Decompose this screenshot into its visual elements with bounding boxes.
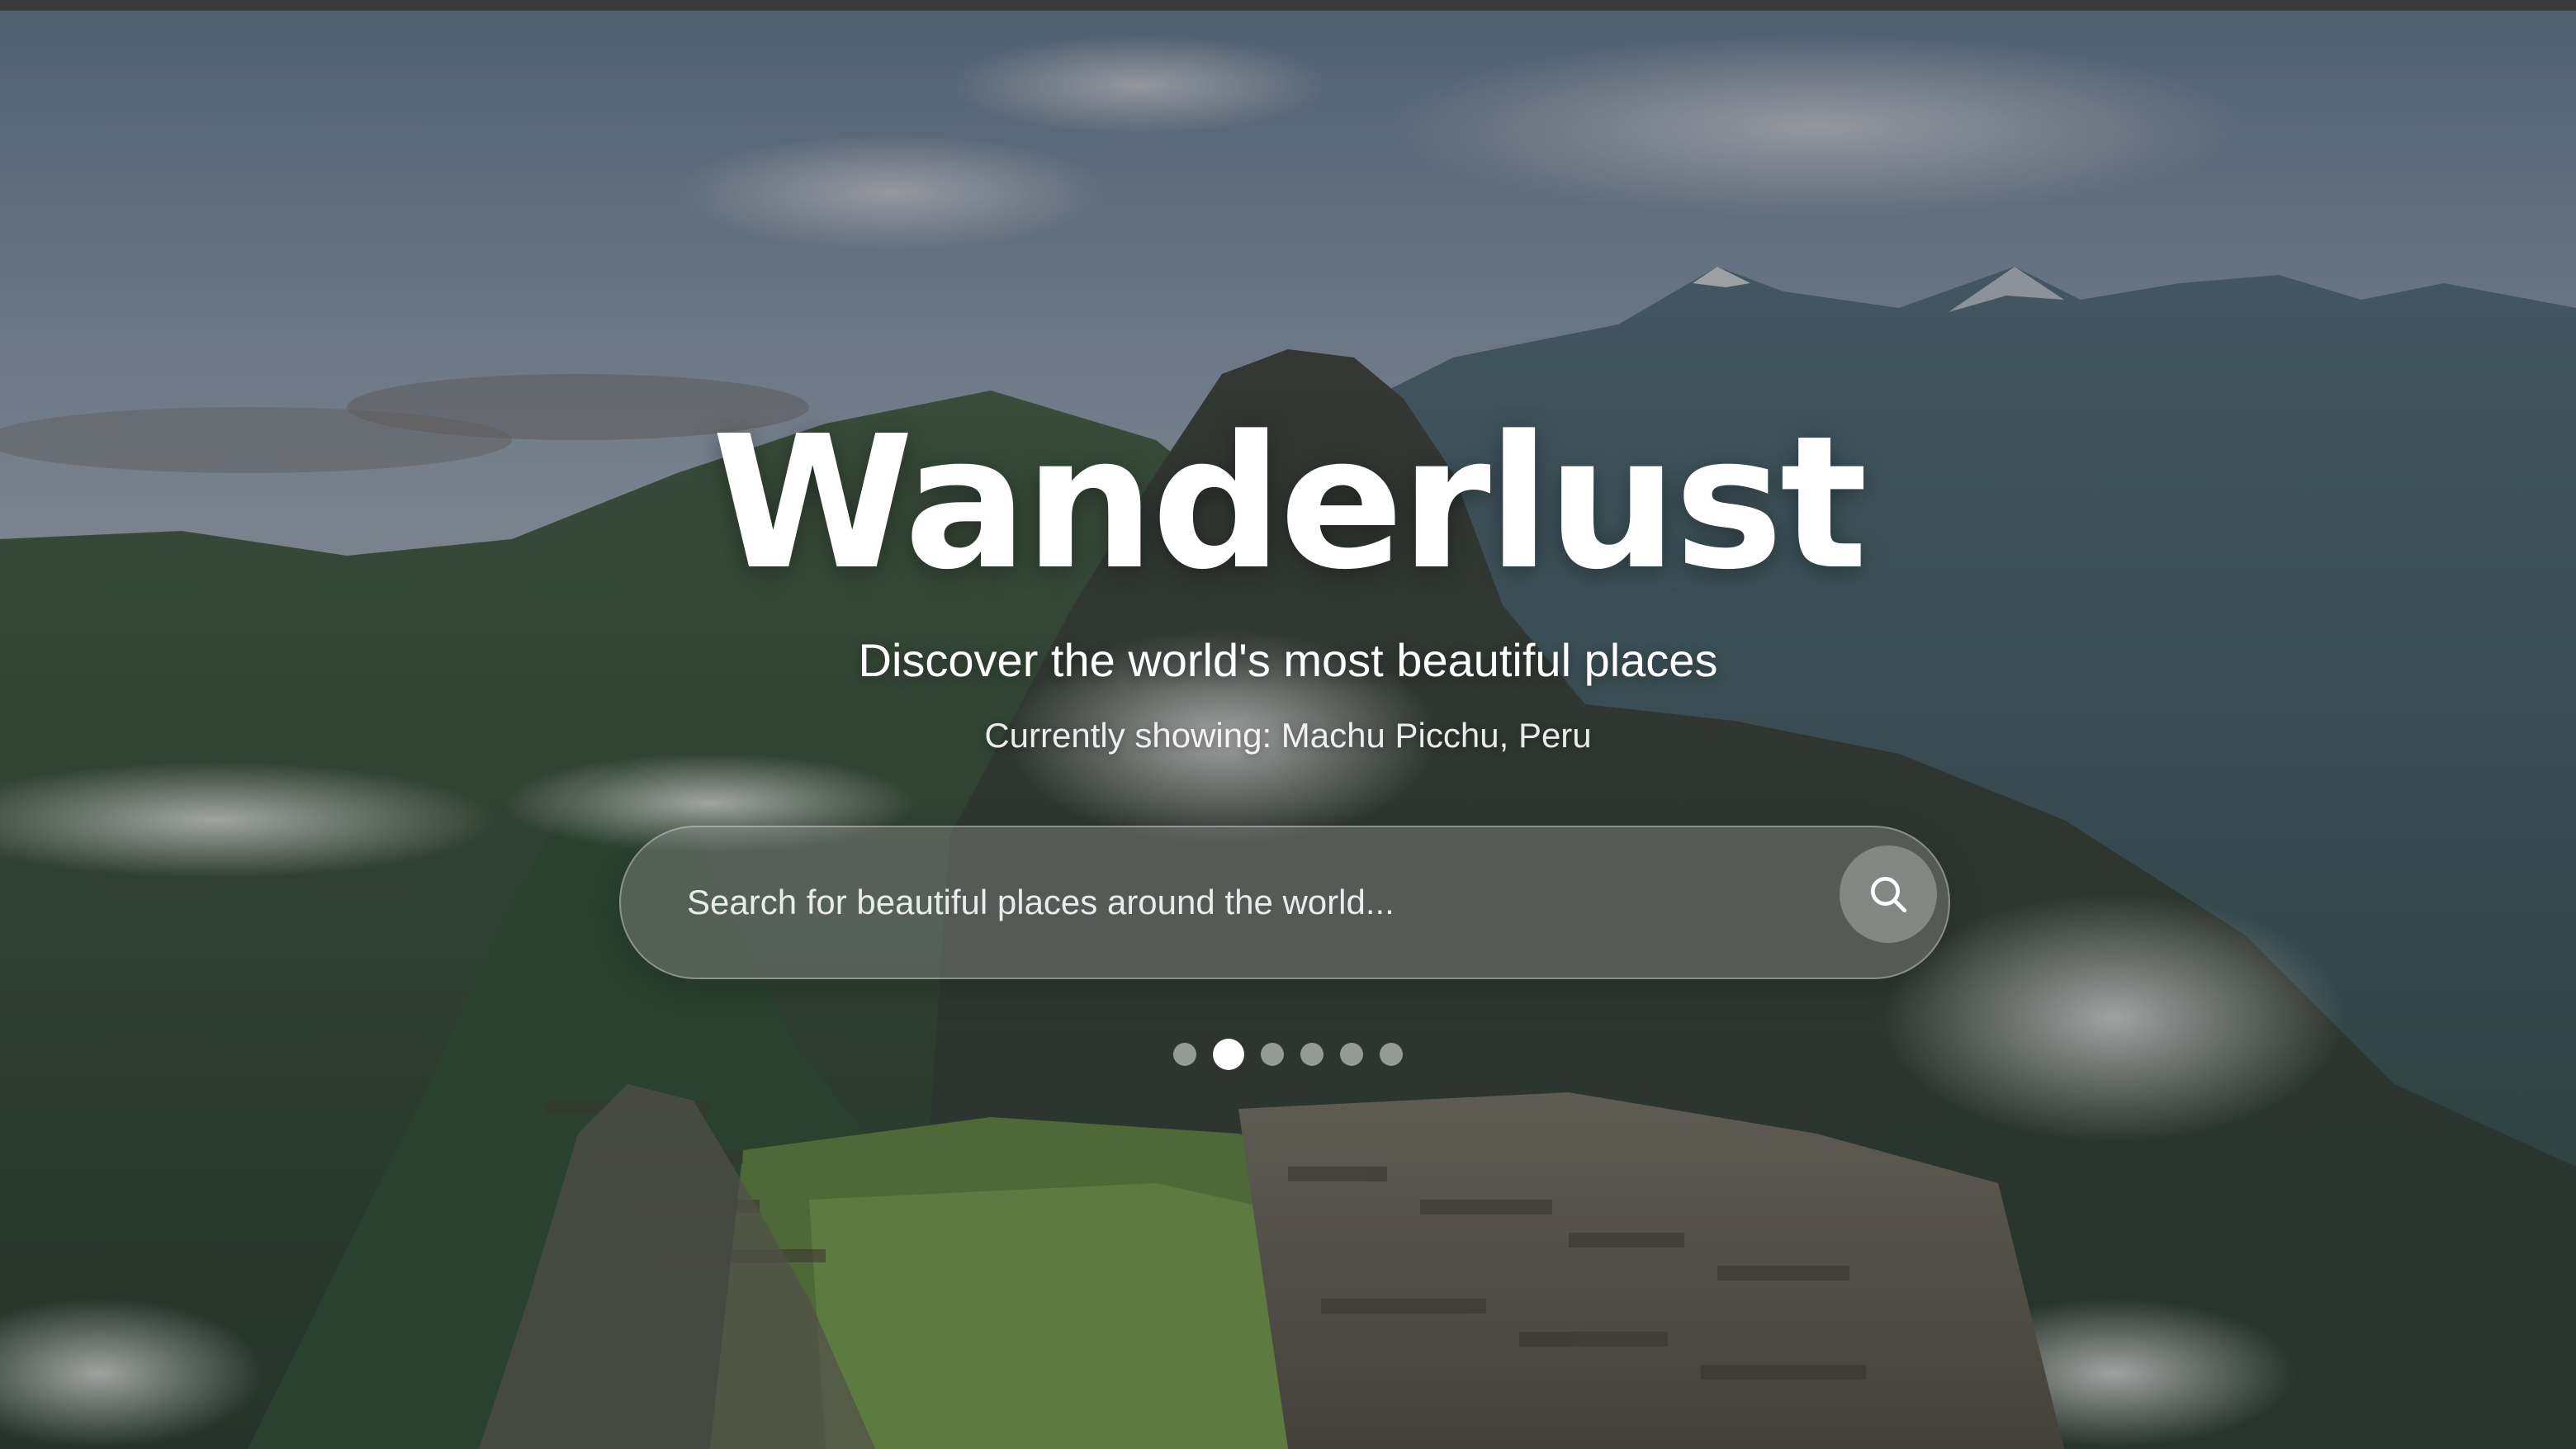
carousel-dot[interactable] bbox=[1300, 1043, 1324, 1066]
page: Wanderlust Discover the world's most bea… bbox=[0, 0, 2576, 1449]
carousel-dots bbox=[0, 1039, 2576, 1070]
search-input[interactable] bbox=[687, 827, 1826, 978]
search-button[interactable] bbox=[1840, 845, 1937, 943]
current-location-text: Currently showing: Machu Picchu, Peru bbox=[984, 716, 1592, 755]
carousel-dot-active[interactable] bbox=[1213, 1039, 1244, 1070]
carousel-dot[interactable] bbox=[1173, 1043, 1196, 1066]
carousel-dot[interactable] bbox=[1380, 1043, 1403, 1066]
hero-subtitle: Discover the world's most beautiful plac… bbox=[858, 634, 1718, 686]
site-title: Wanderlust bbox=[711, 397, 1868, 610]
hero-content: Wanderlust Discover the world's most bea… bbox=[0, 0, 2576, 1449]
carousel-dot[interactable] bbox=[1340, 1043, 1363, 1066]
search-icon bbox=[1871, 877, 1907, 913]
window-top-bar bbox=[0, 0, 2576, 11]
search-bar bbox=[619, 826, 1950, 979]
carousel-dot[interactable] bbox=[1261, 1043, 1284, 1066]
